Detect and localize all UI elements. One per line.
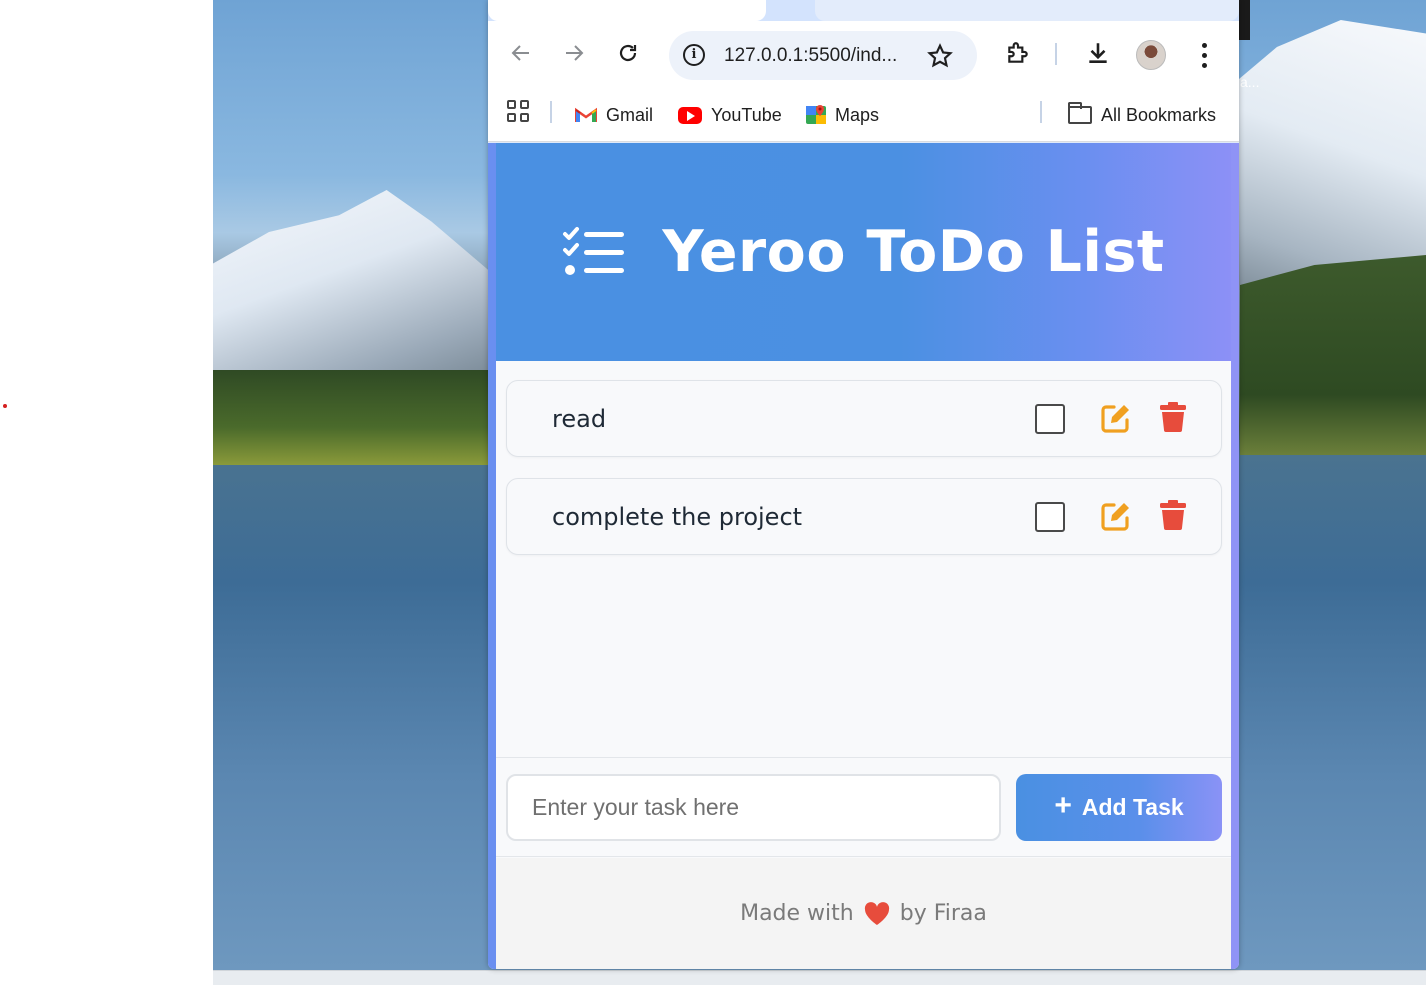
task-list: read complete the project bbox=[506, 380, 1222, 576]
add-task-label: Add Task bbox=[1081, 794, 1184, 820]
site-info-icon[interactable]: i bbox=[683, 44, 705, 66]
all-bookmarks-label: All Bookmarks bbox=[1101, 104, 1217, 125]
reload-button[interactable] bbox=[610, 35, 646, 71]
task-text: read bbox=[552, 405, 607, 433]
add-task-button[interactable]: + Add Task bbox=[1016, 774, 1222, 841]
browser-menu-button[interactable] bbox=[1194, 37, 1214, 73]
downloads-button[interactable] bbox=[1080, 35, 1116, 71]
toolbar-divider bbox=[1055, 43, 1057, 65]
forest-left bbox=[213, 370, 488, 465]
bookmark-youtube[interactable]: YouTube bbox=[678, 100, 782, 130]
reload-icon bbox=[619, 44, 637, 62]
back-arrow-icon bbox=[511, 45, 529, 61]
mountain-left bbox=[213, 190, 493, 400]
task-item: complete the project bbox=[506, 478, 1222, 555]
folder-icon bbox=[1068, 102, 1092, 124]
page-viewport: Yeroo ToDo List read complete the projec… bbox=[488, 143, 1239, 969]
taskbar[interactable] bbox=[213, 970, 1426, 985]
task-list-icon bbox=[563, 227, 625, 275]
apps-grid-icon[interactable] bbox=[507, 100, 529, 122]
extensions-button[interactable] bbox=[1000, 35, 1036, 71]
footer-suffix: by Firaa bbox=[899, 901, 987, 926]
all-bookmarks[interactable]: All Bookmarks bbox=[1068, 100, 1216, 130]
desktop-side-label[interactable]: a... bbox=[1240, 74, 1259, 90]
tab-strip bbox=[488, 0, 1239, 21]
mountain-right bbox=[1213, 20, 1426, 290]
gmail-icon bbox=[575, 107, 597, 122]
task-input[interactable] bbox=[506, 774, 1001, 841]
trash-icon[interactable] bbox=[1160, 500, 1186, 530]
footer-prefix: Made with bbox=[740, 901, 854, 926]
app-header: Yeroo ToDo List bbox=[496, 143, 1231, 361]
bookmark-label: YouTube bbox=[711, 104, 782, 125]
address-url[interactable]: 127.0.0.1:5500/ind... bbox=[724, 45, 897, 67]
back-button[interactable] bbox=[503, 35, 539, 71]
puzzle-icon bbox=[1008, 42, 1028, 63]
browser-toolbar: i 127.0.0.1:5500/ind... bbox=[488, 21, 1239, 89]
app-title: Yeroo ToDo List bbox=[662, 219, 1165, 285]
desktop-window-edge bbox=[1238, 0, 1250, 40]
task-item: read bbox=[506, 380, 1222, 457]
bookmark-star-icon[interactable] bbox=[927, 43, 953, 69]
bookmarks-divider bbox=[550, 101, 552, 123]
forest-right bbox=[1240, 255, 1426, 455]
tab-active[interactable] bbox=[488, 0, 766, 21]
task-text: complete the project bbox=[552, 503, 803, 531]
stray-dot bbox=[3, 404, 7, 408]
download-icon bbox=[1089, 43, 1107, 63]
profile-avatar[interactable] bbox=[1136, 40, 1166, 70]
task-complete-checkbox[interactable] bbox=[1035, 404, 1065, 434]
browser-window: i 127.0.0.1:5500/ind... Gmail YouTube Ma… bbox=[488, 0, 1239, 969]
heart-icon bbox=[864, 901, 889, 925]
trash-icon[interactable] bbox=[1160, 402, 1186, 432]
add-task-bar: + Add Task bbox=[496, 757, 1231, 857]
forward-button[interactable] bbox=[556, 35, 592, 71]
bookmarks-bar: Gmail YouTube Maps All Bookmarks bbox=[488, 89, 1239, 142]
task-complete-checkbox[interactable] bbox=[1035, 502, 1065, 532]
edit-icon[interactable] bbox=[1100, 402, 1132, 434]
bookmark-label: Gmail bbox=[606, 104, 654, 125]
bookmark-label: Maps bbox=[835, 104, 880, 125]
forward-arrow-icon bbox=[566, 45, 584, 61]
footer: Made with by Firaa bbox=[496, 858, 1231, 969]
address-bar[interactable]: i 127.0.0.1:5500/ind... bbox=[669, 31, 977, 80]
maps-icon bbox=[806, 105, 826, 124]
bookmarks-divider bbox=[1040, 101, 1042, 123]
bookmark-gmail[interactable]: Gmail bbox=[575, 100, 653, 130]
youtube-icon bbox=[678, 106, 702, 124]
todo-app: Yeroo ToDo List read complete the projec… bbox=[496, 143, 1231, 969]
edit-icon[interactable] bbox=[1100, 500, 1132, 532]
tab-inactive[interactable] bbox=[815, 0, 1239, 21]
bookmark-maps[interactable]: Maps bbox=[806, 100, 879, 130]
plus-icon: + bbox=[1054, 789, 1072, 822]
